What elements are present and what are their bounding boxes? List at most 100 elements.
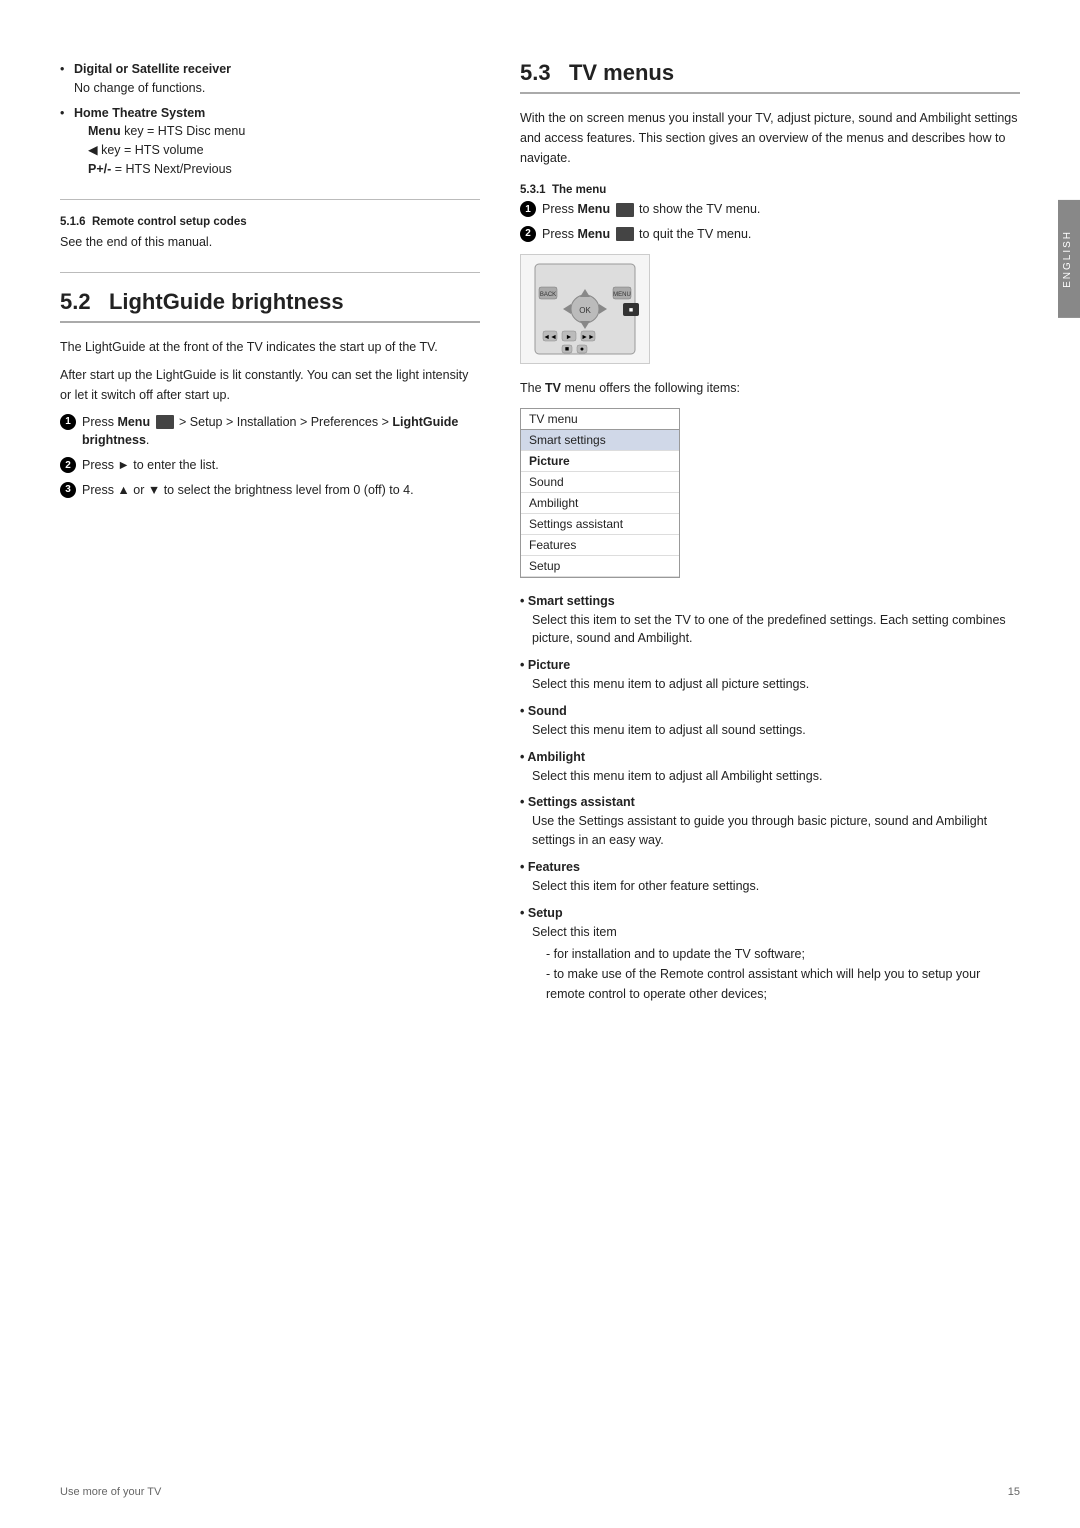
section-52-para2: After start up the LightGuide is lit con… [60,365,480,405]
desc-settings-assistant: Settings assistant Use the Settings assi… [520,795,1020,850]
svg-text:MENU: MENU [613,292,631,298]
desc-picture-title: Picture [520,658,1020,672]
remote-image: OK BACK MENU [520,254,650,364]
step-531-2-text: Press Menu to quit the TV menu. [542,225,751,244]
desc-picture: Picture Select this menu item to adjust … [520,658,1020,694]
tv-menu-item-smart-settings: Smart settings [521,430,679,451]
svg-text:■: ■ [565,346,569,353]
desc-settings-assistant-text: Use the Settings assistant to guide you … [520,812,1020,850]
step-52-3: 3 Press ▲ or ▼ to select the brightness … [60,481,480,500]
tv-menu-table: TV menu Smart settings Picture Sound Amb… [520,408,680,578]
device-hts-volume: ◀ key = HTS volume [74,143,204,157]
top-divider [60,199,480,200]
device-list: Digital or Satellite receiver No change … [60,60,480,179]
desc-smart-settings-title: Smart settings [520,594,1020,608]
section-53-title: TV menus [569,60,674,85]
section-divider [60,272,480,273]
svg-text:BACK: BACK [540,292,556,298]
tv-menu-header: TV menu [521,409,679,430]
svg-text:►: ► [566,334,573,341]
section-53-num: 5.3 [520,60,551,85]
svg-text:►►: ►► [581,334,595,341]
step-531-1-num: 1 [520,201,536,217]
left-column: Digital or Satellite receiver No change … [60,60,480,1014]
section-52-num: 5.2 [60,289,91,314]
language-tab: ENGLISH [1058,200,1080,318]
desc-features-title: Features [520,860,1020,874]
step-52-3-num: 3 [60,482,76,498]
footer-right: 15 [1008,1486,1020,1498]
section-531-title: The menu [552,184,606,196]
step-531-2-num: 2 [520,226,536,242]
setup-dash-list: for installation and to update the TV so… [532,944,1020,1004]
desc-features-text: Select this item for other feature setti… [520,877,1020,896]
step-52-1-num: 1 [60,414,76,430]
desc-sound-title: Sound [520,704,1020,718]
section-531-num: 5.3.1 [520,184,546,196]
main-content: Digital or Satellite receiver No change … [60,60,1020,1014]
step-52-2-num: 2 [60,457,76,473]
step-52-1-text: Press Menu > Setup > Installation > Pref… [82,413,480,451]
desc-features: Features Select this item for other feat… [520,860,1020,896]
step-531-1-text: Press Menu to show the TV menu. [542,200,760,219]
step-52-1: 1 Press Menu > Setup > Installation > Pr… [60,413,480,451]
page-footer: Use more of your TV 15 [60,1486,1020,1498]
remote-svg: OK BACK MENU [525,259,645,359]
section-516-heading: 5.1.6 Remote control setup codes [60,216,480,228]
below-remote-text: The TV menu offers the following items: [520,378,1020,398]
section-53-heading: 5.3 TV menus [520,60,1020,94]
setup-dash-2: to make use of the Remote control assist… [546,964,1020,1004]
section-52-para1: The LightGuide at the front of the TV in… [60,337,480,357]
tv-menu-item-settings-assistant: Settings assistant [521,514,679,535]
tv-menu-item-setup: Setup [521,556,679,577]
step-52-2-text: Press ► to enter the list. [82,456,219,475]
tv-menu-item-ambilight: Ambilight [521,493,679,514]
desc-sound-text: Select this menu item to adjust all soun… [520,721,1020,740]
desc-ambilight: Ambilight Select this menu item to adjus… [520,750,1020,786]
desc-smart-settings: Smart settings Select this item to set t… [520,594,1020,649]
section-52: 5.2 LightGuide brightness The LightGuide… [60,289,480,500]
step-52-2: 2 Press ► to enter the list. [60,456,480,475]
step-531-1: 1 Press Menu to show the TV menu. [520,200,1020,219]
tv-menu-item-picture: Picture [521,451,679,472]
device-item-hts: Home Theatre System Menu key = HTS Disc … [60,104,480,179]
section-53: 5.3 TV menus With the on screen menus yo… [520,60,1020,1004]
setup-dash-1: for installation and to update the TV so… [546,944,1020,964]
section-516-num: 5.1.6 [60,216,86,228]
desc-sound: Sound Select this menu item to adjust al… [520,704,1020,740]
desc-ambilight-title: Ambilight [520,750,1020,764]
section-52-title: LightGuide brightness [109,289,344,314]
menu-icon-1 [156,415,174,429]
desc-setup-text: Select this item for installation and to… [520,923,1020,1005]
page: ENGLISH Digital or Satellite receiver No… [0,0,1080,1528]
svg-text:■: ■ [629,307,633,314]
device-hts-menu: Menu key = HTS Disc menu [74,124,245,138]
section-516: 5.1.6 Remote control setup codes See the… [60,216,480,252]
svg-text:◄◄: ◄◄ [543,334,557,341]
tv-menu-item-sound: Sound [521,472,679,493]
desc-ambilight-text: Select this menu item to adjust all Ambi… [520,767,1020,786]
right-column: 5.3 TV menus With the on screen menus yo… [520,60,1020,1014]
desc-setup: Setup Select this item for installation … [520,906,1020,1005]
device-hts-title: Home Theatre System [74,106,205,120]
section-516-text: See the end of this manual. [60,232,480,252]
device-item-digital: Digital or Satellite receiver No change … [60,60,480,98]
menu-icon-2 [616,203,634,217]
device-digital-title: Digital or Satellite receiver [74,62,231,76]
section-53-intro: With the on screen menus you install you… [520,108,1020,168]
section-531: 5.3.1 The menu 1 Press Menu to show the … [520,184,1020,1004]
device-hts-nextprev: P+/- = HTS Next/Previous [74,162,232,176]
section-531-heading: 5.3.1 The menu [520,184,1020,196]
desc-smart-settings-text: Select this item to set the TV to one of… [520,611,1020,649]
step-531-2: 2 Press Menu to quit the TV menu. [520,225,1020,244]
footer-left: Use more of your TV [60,1486,161,1498]
language-label: ENGLISH [1062,230,1073,288]
device-digital-text: No change of functions. [74,81,205,95]
desc-picture-text: Select this menu item to adjust all pict… [520,675,1020,694]
svg-text:●: ● [580,346,584,353]
section-52-heading: 5.2 LightGuide brightness [60,289,480,323]
svg-text:OK: OK [579,306,591,315]
menu-icon-3 [616,227,634,241]
section-516-title: Remote control setup codes [92,216,247,228]
desc-settings-assistant-title: Settings assistant [520,795,1020,809]
